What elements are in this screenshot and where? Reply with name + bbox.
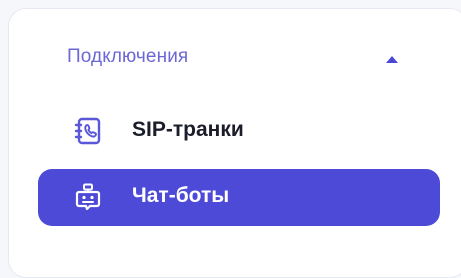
nav-item-label: Чат-боты [132, 184, 230, 207]
nav-item-label: SIP-транки [132, 118, 244, 141]
chatbot-icon [73, 182, 103, 212]
sidebar-panel: Подключения SIP-транки Чат-боты [8, 8, 461, 278]
phone-book-icon [73, 116, 103, 146]
nav-item-sip-trunks[interactable]: SIP-транки [38, 103, 440, 160]
section-title: Подключения [67, 46, 189, 67]
chevron-up-icon[interactable] [386, 56, 398, 63]
section-header-connections[interactable]: Подключения [9, 39, 461, 79]
nav-item-chat-bots[interactable]: Чат-боты [38, 169, 440, 226]
